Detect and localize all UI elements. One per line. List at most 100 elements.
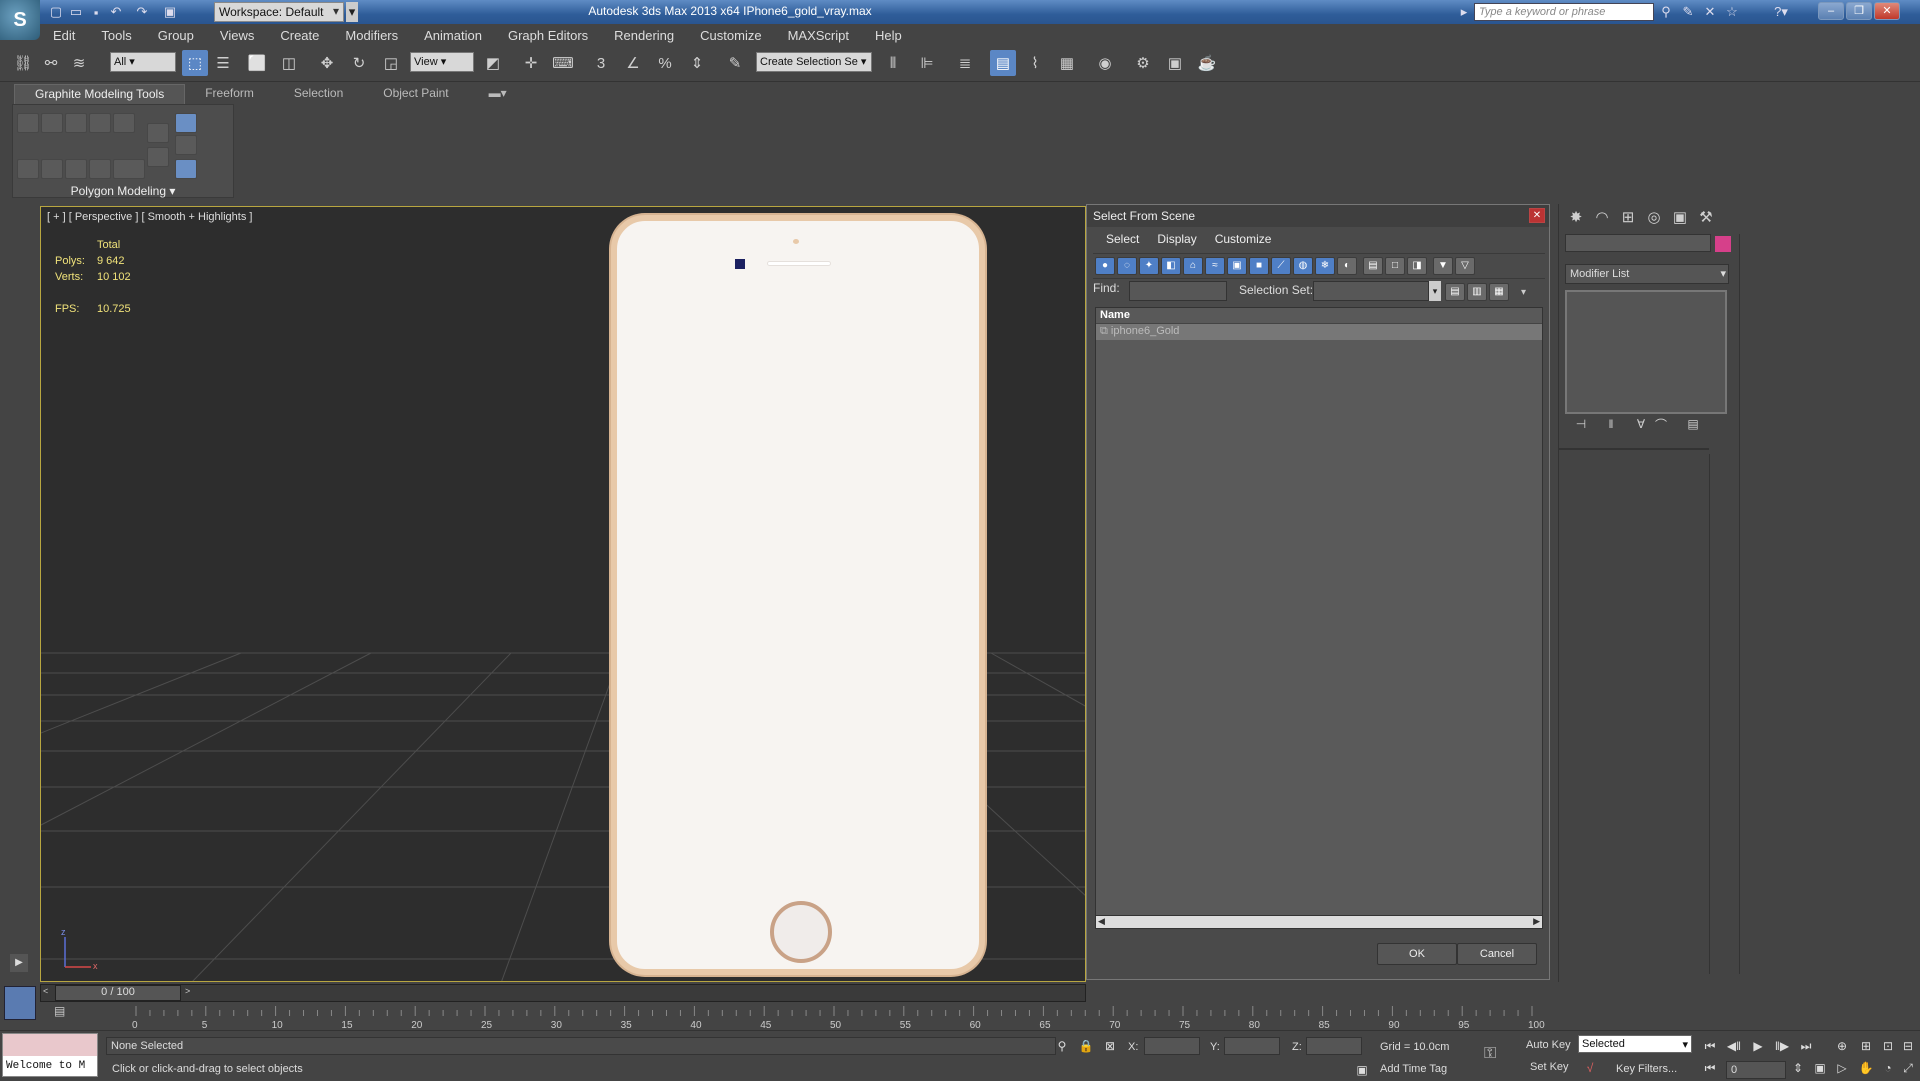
create-tab-icon[interactable]: ✸: [1565, 206, 1587, 228]
next-frame-icon[interactable]: ‖▶: [1772, 1039, 1792, 1057]
element-icon[interactable]: [113, 113, 135, 133]
track-bar[interactable]: ▤ 0 5 10 15 20 25 30 35 40 45 50 55 60 65 70 75 80 85 90 95…: [40, 1002, 1560, 1030]
key-selection-dropdown[interactable]: Selected ▾: [1578, 1035, 1692, 1053]
menu-help[interactable]: Help: [862, 28, 915, 43]
material-editor-icon[interactable]: ◉: [1092, 50, 1118, 76]
spinner-snap-icon[interactable]: ⇕: [684, 50, 710, 76]
remove-from-selection-set-icon[interactable]: ▦: [1489, 283, 1509, 301]
display-frozen-icon[interactable]: ❄: [1315, 257, 1335, 275]
previous-frame-icon[interactable]: ◀‖: [1724, 1039, 1744, 1057]
save-file-icon[interactable]: ▪: [86, 2, 106, 22]
select-all-icon[interactable]: ▤: [1363, 257, 1383, 275]
selection-lock-icon[interactable]: 🔒: [1076, 1039, 1096, 1057]
display-shapes-icon[interactable]: ◌: [1117, 257, 1137, 275]
tab-graphite-modeling-tools[interactable]: Graphite Modeling Tools: [14, 84, 186, 104]
maxscript-macro-field[interactable]: [3, 1034, 97, 1056]
modify-mode-icon[interactable]: [175, 113, 197, 133]
chevron-down-icon[interactable]: ▾: [1429, 281, 1441, 301]
column-header-name[interactable]: Name: [1096, 308, 1542, 324]
tab-object-paint[interactable]: Object Paint: [363, 84, 468, 104]
rectangular-selection-icon[interactable]: ⬜: [244, 50, 270, 76]
select-manipulate-icon[interactable]: ✛: [518, 50, 544, 76]
dialog-menu-display[interactable]: Display: [1148, 229, 1205, 249]
menu-group[interactable]: Group: [145, 28, 207, 43]
display-bones-icon[interactable]: ⟋: [1271, 257, 1291, 275]
angle-snap-icon[interactable]: ∠: [620, 50, 646, 76]
key-filters-button[interactable]: Key Filters...: [1616, 1063, 1677, 1075]
pin-stack-icon[interactable]: [175, 159, 197, 179]
dialog-close-icon[interactable]: ✕: [1529, 208, 1545, 223]
find-input[interactable]: [1129, 281, 1227, 301]
selection-set-dropdown[interactable]: [1313, 281, 1429, 301]
absolute-mode-icon[interactable]: ⊠: [1100, 1039, 1120, 1057]
select-object-icon[interactable]: ⬚: [182, 50, 208, 76]
render-setup-icon[interactable]: ⚙: [1130, 50, 1156, 76]
motion-tab-icon[interactable]: ◎: [1643, 206, 1665, 228]
select-none-icon[interactable]: □: [1385, 257, 1405, 275]
maxscript-listener[interactable]: Welcome to M: [2, 1033, 98, 1077]
rotate-icon[interactable]: ↻: [346, 50, 372, 76]
configure-modifier-sets-icon[interactable]: ▤: [1683, 414, 1703, 434]
named-selection-dropdown[interactable]: Create Selection Se ▾: [756, 52, 872, 72]
select-invert-icon[interactable]: ◨: [1407, 257, 1427, 275]
vertex-icon[interactable]: [17, 113, 39, 133]
undo-icon[interactable]: ↶: [106, 2, 126, 22]
zoom-icon[interactable]: ⊕: [1832, 1039, 1852, 1057]
menu-modifiers[interactable]: Modifiers: [332, 28, 411, 43]
add-to-selection-set-icon[interactable]: ▥: [1467, 283, 1487, 301]
collapse-icon[interactable]: [17, 159, 39, 179]
field-of-view-icon[interactable]: ▷: [1832, 1061, 1852, 1079]
add-time-tag[interactable]: Add Time Tag: [1380, 1063, 1447, 1075]
ignore-backfacing-icon[interactable]: [147, 147, 169, 167]
chevron-right-icon[interactable]: ▸: [1458, 2, 1470, 22]
reference-coordinate-dropdown[interactable]: View ▾: [410, 52, 474, 72]
scale-icon[interactable]: ◲: [378, 50, 404, 76]
display-hidden-icon[interactable]: ◐: [1337, 257, 1357, 275]
go-to-end-icon[interactable]: ⏭: [1796, 1039, 1816, 1057]
more-options-icon[interactable]: ▾: [1521, 287, 1526, 298]
filter-icon[interactable]: ▼: [1433, 257, 1453, 275]
time-tag-icon[interactable]: ▣: [1352, 1063, 1372, 1081]
search-input[interactable]: Type a keyword or phrase: [1474, 3, 1654, 21]
z-coordinate-input[interactable]: [1306, 1037, 1362, 1055]
set-key-button[interactable]: Set Key: [1530, 1061, 1569, 1073]
graphite-toggle-icon[interactable]: ▤: [990, 50, 1016, 76]
preview-icon[interactable]: [147, 123, 169, 143]
display-helpers-icon[interactable]: ⌂: [1183, 257, 1203, 275]
menu-views[interactable]: Views: [207, 28, 267, 43]
display-cameras-icon[interactable]: ◧: [1161, 257, 1181, 275]
object-name-field[interactable]: [1565, 234, 1711, 252]
trackbar-toggle-icon[interactable]: ▤: [54, 1004, 74, 1018]
list-item[interactable]: ⧉ iphone6_Gold: [1096, 324, 1542, 340]
pivot-icon[interactable]: ◩: [480, 50, 506, 76]
key-mode-icon[interactable]: ⏮: [1700, 1061, 1720, 1079]
pan-icon[interactable]: ✋: [1856, 1061, 1876, 1079]
layer-manager-icon[interactable]: ≣: [952, 50, 978, 76]
menu-animation[interactable]: Animation: [411, 28, 495, 43]
orbit-icon[interactable]: ◔: [1878, 1061, 1898, 1079]
menu-graph-editors[interactable]: Graph Editors: [495, 28, 601, 43]
display-space-warps-icon[interactable]: ≈: [1205, 257, 1225, 275]
expand-arrow-icon[interactable]: ▶: [10, 954, 28, 972]
close-button[interactable]: ✕: [1874, 2, 1900, 20]
time-slider-next-icon[interactable]: >: [185, 986, 195, 1000]
perspective-viewport[interactable]: [ + ] [ Perspective ] [ Smooth + Highlig…: [40, 206, 1086, 982]
display-xrefs-icon[interactable]: ■: [1249, 257, 1269, 275]
workspace-arrow-icon[interactable]: ▾: [346, 2, 358, 22]
ring-icon[interactable]: [113, 159, 145, 179]
viewport-label[interactable]: [ + ] [ Perspective ] [ Smooth + Highlig…: [47, 211, 252, 223]
mirror-icon[interactable]: ⫴: [880, 50, 906, 76]
link-icon[interactable]: ⛓: [10, 50, 36, 76]
communication-icon[interactable]: ✕: [1700, 2, 1720, 22]
display-tab-icon[interactable]: ▣: [1669, 206, 1691, 228]
pin-stack-icon[interactable]: ⊣: [1571, 414, 1591, 434]
redo-icon[interactable]: ↷: [132, 2, 152, 22]
mini-curve-editor-icon[interactable]: [4, 986, 36, 1020]
time-slider-prev-icon[interactable]: <: [43, 986, 53, 1000]
favorites-icon[interactable]: ☆: [1722, 2, 1742, 22]
grow-icon[interactable]: [41, 159, 63, 179]
ribbon-options-icon[interactable]: ▬▾: [469, 84, 527, 104]
utilities-tab-icon[interactable]: ⚒: [1695, 206, 1717, 228]
tools-icon[interactable]: ✎: [1678, 2, 1698, 22]
edge-icon[interactable]: [41, 113, 63, 133]
